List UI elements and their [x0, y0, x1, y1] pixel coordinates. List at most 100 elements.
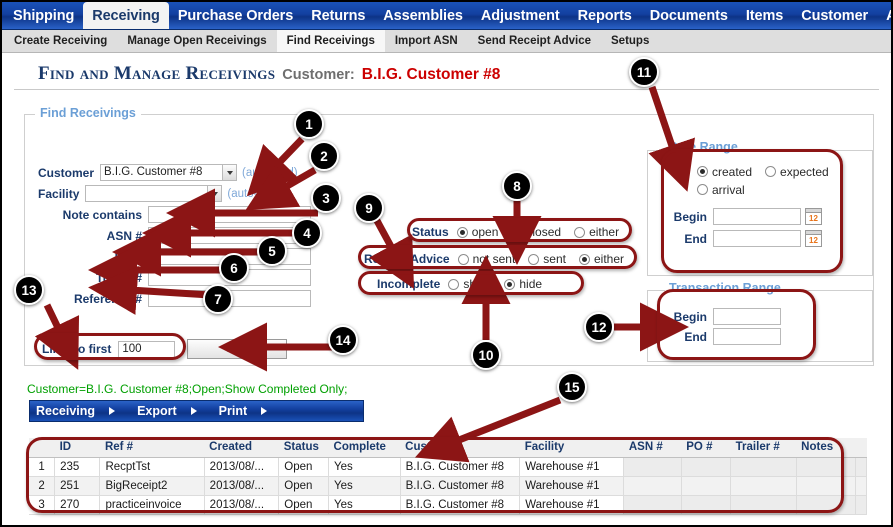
label-trailer: Trailer # — [95, 270, 142, 285]
column-header-trailer[interactable]: Trailer # — [730, 438, 797, 458]
menu-item-adjustment[interactable]: Adjustment — [472, 2, 569, 29]
action-print[interactable]: Print — [213, 404, 283, 418]
calendar-icon[interactable]: 12 — [805, 230, 822, 247]
submenu-item-create-receiving[interactable]: Create Receiving — [4, 30, 117, 52]
column-header-customer[interactable]: Customer — [400, 438, 520, 458]
column-header[interactable] — [855, 438, 867, 458]
date-range-option-expected[interactable]: expected — [765, 165, 829, 179]
column-header-complete[interactable]: Complete — [328, 438, 401, 458]
calendar-icon[interactable]: 12 — [805, 208, 822, 225]
action-receiving[interactable]: Receiving — [30, 404, 131, 418]
txn-begin-input[interactable] — [713, 308, 781, 325]
date-range-option-created[interactable]: created — [697, 165, 752, 179]
menu-item-items[interactable]: Items — [737, 2, 792, 29]
radio-icon[interactable] — [504, 278, 516, 290]
trailer-input[interactable] — [148, 269, 311, 286]
label-reference: Reference # — [73, 291, 142, 306]
menu-item-admin[interactable]: Admin — [877, 2, 891, 29]
status-radio-group: Status open closed either — [412, 225, 632, 239]
submenu-item-send-receipt-advice[interactable]: Send Receipt Advice — [468, 30, 601, 52]
field-row-customer: Customer B.I.G. Customer #8 (auto-load) — [38, 164, 298, 181]
cell-id: 251 — [54, 476, 101, 496]
customer-combo[interactable]: B.I.G. Customer #8 — [100, 164, 238, 181]
criteria-summary: Customer=B.I.G. Customer #8;Open;Show Co… — [27, 382, 348, 396]
radio-icon[interactable] — [528, 253, 540, 265]
table-row[interactable]: 1 235 RecptTst 2013/08/... Open Yes B.I.G. Cus… — [29, 457, 867, 477]
date-begin-input[interactable] — [713, 208, 801, 225]
chevron-down-icon[interactable] — [207, 185, 223, 202]
menu-item-shipping[interactable]: Shipping — [4, 2, 83, 29]
column-header-facility[interactable]: Facility — [519, 438, 624, 458]
reference-input[interactable] — [148, 290, 311, 307]
facility-combo[interactable] — [85, 185, 223, 202]
column-header-notes[interactable]: Notes — [796, 438, 856, 458]
submenu-item-import-asn[interactable]: Import ASN — [385, 30, 468, 52]
txn-end-input[interactable] — [713, 328, 781, 345]
label-limit-to-first: Limit to first — [42, 342, 112, 356]
cell-facility: Warehouse #1 — [519, 476, 625, 496]
action-export[interactable]: Export — [131, 404, 213, 418]
radio-icon[interactable] — [448, 278, 460, 290]
po-input[interactable] — [148, 248, 311, 265]
column-header-ref[interactable]: Ref # — [99, 438, 205, 458]
customer-input[interactable]: B.I.G. Customer #8 — [100, 164, 223, 181]
cell-status: Open — [278, 457, 330, 477]
radio-icon[interactable] — [456, 226, 468, 238]
column-header-po[interactable]: PO # — [681, 438, 731, 458]
cell-n: 2 — [29, 476, 56, 496]
receipt-advice-radio-group: Receipt Advice not sent sent either — [364, 252, 637, 266]
submenu-item-find-receivings[interactable]: Find Receivings — [276, 30, 385, 52]
limit-input[interactable]: 100 — [118, 340, 176, 358]
chevron-down-icon[interactable] — [222, 164, 238, 181]
radio-icon[interactable] — [578, 253, 590, 265]
field-row-reference: Reference # — [38, 290, 311, 307]
radio-icon[interactable] — [511, 226, 523, 238]
column-header-id[interactable]: ID — [54, 438, 100, 458]
receipt-advice-option-sent[interactable]: sent — [528, 252, 566, 266]
table-row[interactable]: 3 270 practiceinvoice 2013/08/... Open Yes B.I… — [29, 495, 867, 515]
radio-icon[interactable] — [697, 184, 708, 195]
column-header-status[interactable]: Status — [278, 438, 329, 458]
chevron-right-icon — [109, 407, 116, 415]
cell-complete: Yes — [328, 457, 401, 477]
receipt-advice-option-either[interactable]: either — [578, 252, 624, 266]
radio-icon[interactable] — [765, 166, 777, 177]
date-end-input[interactable] — [713, 230, 801, 247]
column-header-asn[interactable]: ASN # — [623, 438, 682, 458]
transaction-range-panel: Transaction Range Begin End — [657, 281, 863, 361]
submenu-item-manage-open-receivings[interactable]: Manage Open Receivings — [117, 30, 276, 52]
cell-po — [680, 476, 732, 496]
radio-icon[interactable] — [574, 226, 586, 238]
menu-item-reports[interactable]: Reports — [569, 2, 641, 29]
radio-icon[interactable] — [457, 253, 469, 265]
menu-item-purchase-orders[interactable]: Purchase Orders — [169, 2, 302, 29]
receipt-advice-option-label: not sent — [472, 252, 516, 266]
column-header-created[interactable]: Created — [204, 438, 279, 458]
cell-asn — [623, 495, 682, 515]
results-table: ID Ref # Created Status Complete Customer Faci… — [29, 438, 867, 515]
receipt-advice-option-not-sent[interactable]: not sent — [457, 252, 516, 266]
submenu-item-setups[interactable]: Setups — [601, 30, 659, 52]
note-contains-input[interactable] — [148, 206, 311, 223]
cell-customer: B.I.G. Customer #8 — [399, 495, 521, 515]
menu-item-returns[interactable]: Returns — [302, 2, 374, 29]
column-header[interactable] — [29, 438, 55, 458]
facility-input[interactable] — [85, 185, 208, 202]
find-button[interactable]: Find — [187, 339, 288, 359]
status-option-open[interactable]: open — [456, 225, 498, 239]
status-option-closed[interactable]: closed — [511, 225, 561, 239]
incomplete-option-show[interactable]: show — [448, 277, 491, 291]
incomplete-option-hide[interactable]: hide — [504, 277, 542, 291]
menu-item-assemblies[interactable]: Assemblies — [374, 2, 472, 29]
incomplete-option-label: show — [463, 277, 492, 291]
date-range-begin-row: Begin 12 — [657, 208, 863, 225]
menu-item-documents[interactable]: Documents — [641, 2, 737, 29]
radio-icon[interactable] — [697, 166, 708, 177]
cell-complete: Yes — [328, 495, 401, 515]
menu-item-customer[interactable]: Customer — [792, 2, 877, 29]
status-option-either[interactable]: either — [574, 225, 619, 239]
table-row[interactable]: 2 251 BigReceipt2 2013/08/... Open Yes B.I.G. … — [29, 476, 867, 496]
asn-input[interactable] — [148, 227, 311, 244]
menu-item-receiving[interactable]: Receiving — [83, 2, 169, 29]
date-range-option-arrival[interactable]: arrival — [697, 183, 745, 197]
